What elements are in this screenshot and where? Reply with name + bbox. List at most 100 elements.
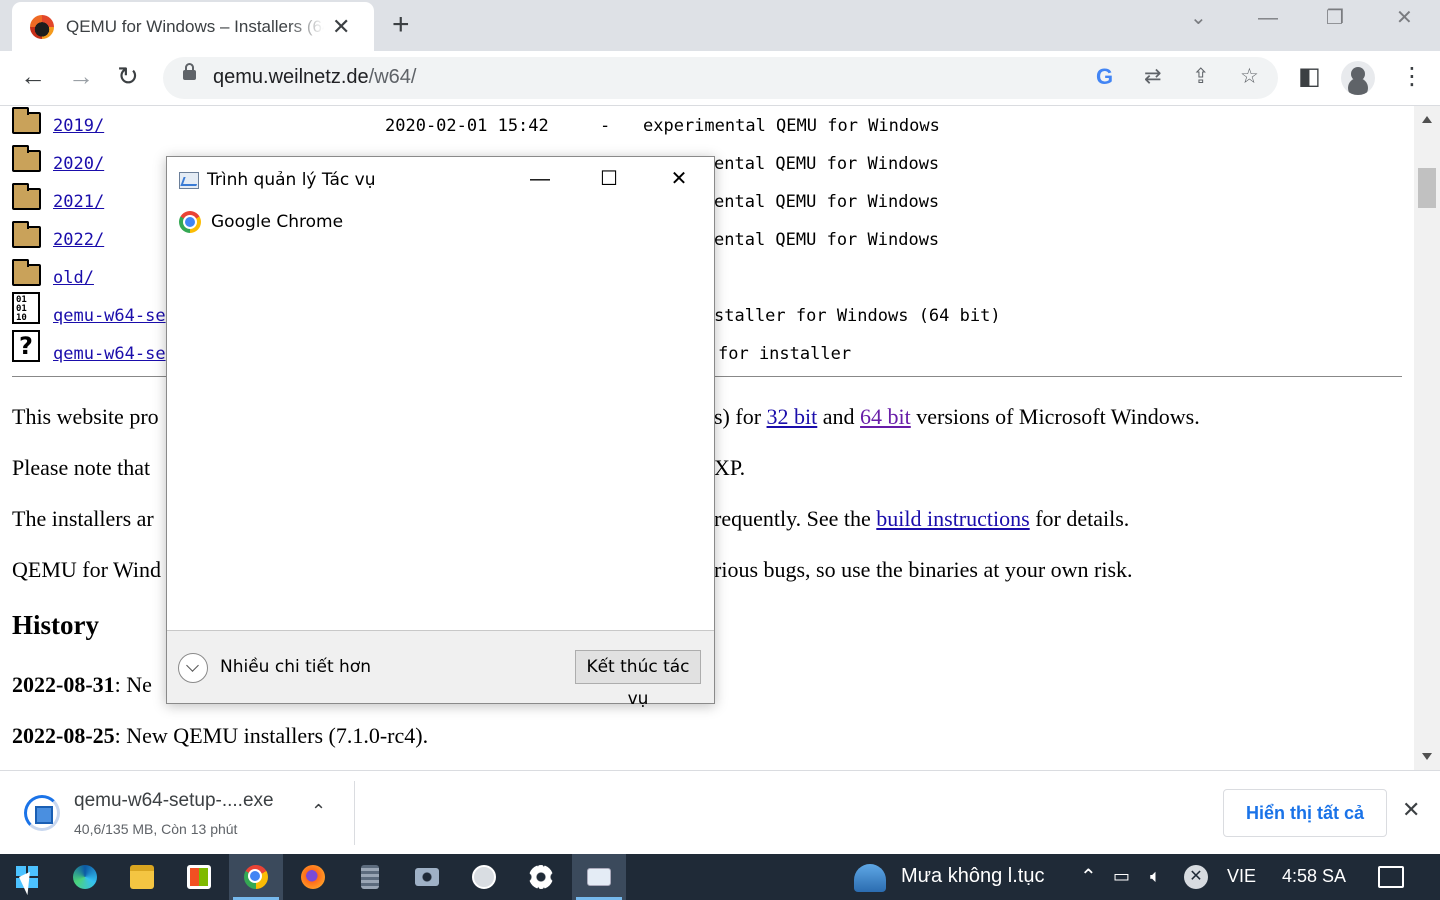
tab-close-icon[interactable]: ✕ <box>332 15 350 38</box>
share-icon[interactable]: ⇪ <box>1192 66 1210 87</box>
windows-taskbar: Mưa không l.tục ⌃ ▭ 🔈︎ ✕ VIE 4:58 SA <box>0 854 1440 900</box>
task-manager-taskbar-icon <box>587 868 611 886</box>
translate-icon[interactable]: ⇄ <box>1144 66 1162 87</box>
page-scrollbar[interactable] <box>1414 106 1440 770</box>
task-manager-title: Trình quản lý Tác vụ <box>207 170 376 190</box>
scrollbar-thumb[interactable] <box>1418 168 1436 208</box>
folder-icon <box>12 107 41 134</box>
download-progress-icon <box>24 795 60 831</box>
tab-title: QEMU for Windows – Installers (64 bit) <box>66 16 324 36</box>
more-details-link[interactable]: Nhiều chi tiết hơn <box>220 657 371 677</box>
address-bar[interactable]: qemu.weilnetz.de/w64/ G ⇄ ⇪ ☆ <box>163 57 1278 99</box>
chrome-icon <box>179 211 201 233</box>
history-heading: History <box>12 610 99 640</box>
file-explorer-icon <box>130 865 154 889</box>
listing-size: - <box>600 116 611 136</box>
window-close-button[interactable]: ✕ <box>1396 8 1413 28</box>
listing-description: ental QEMU for Windows <box>714 230 940 250</box>
intro-paragraph: This website pro <box>12 404 159 429</box>
taskbar-clock[interactable] <box>457 854 511 900</box>
weather-text[interactable]: Mưa không l.tục <box>901 865 1044 888</box>
taskbar-settings[interactable] <box>514 854 568 900</box>
download-filename[interactable]: qemu-w64-setup-....exe <box>74 790 274 812</box>
disabled-status-icon[interactable]: ✕ <box>1184 865 1208 889</box>
language-indicator[interactable]: VIE <box>1227 866 1256 887</box>
link-build-instructions[interactable]: build instructions <box>876 506 1029 531</box>
volume-icon[interactable]: 🔈︎ <box>1150 866 1161 887</box>
folder-icon <box>12 221 41 248</box>
notification-center-icon[interactable] <box>1378 866 1404 888</box>
window-minimize-button[interactable]: — <box>1258 8 1278 28</box>
installers-paragraph: The installers ar <box>12 506 154 531</box>
new-tab-button[interactable]: + <box>392 10 410 40</box>
listing-description: for installer <box>718 344 852 364</box>
task-manager-minimize-button[interactable]: — <box>505 157 575 201</box>
note-paragraph-right: XP. <box>714 455 746 480</box>
window-restore-button[interactable]: ❐ <box>1326 8 1344 28</box>
taskbar-chrome[interactable] <box>229 854 283 900</box>
side-panel-icon[interactable]: ◧ <box>1298 65 1321 89</box>
clock-time[interactable]: 4:58 SA <box>1282 866 1346 887</box>
network-icon[interactable]: ▭ <box>1113 866 1130 887</box>
task-manager-close-button[interactable]: ✕ <box>644 157 714 201</box>
scroll-down-arrow-icon[interactable] <box>1422 753 1432 760</box>
warning-paragraph: QEMU for Wind <box>12 557 162 582</box>
forward-button[interactable]: → <box>68 63 94 89</box>
task-manager-titlebar[interactable]: Trình quản lý Tác vụ — ☐ ✕ <box>167 157 714 203</box>
listing-link[interactable]: 2019/ <box>53 116 104 136</box>
taskbar-store[interactable] <box>172 854 226 900</box>
reload-button[interactable]: ↻ <box>117 63 139 89</box>
listing-link[interactable]: old/ <box>53 268 94 288</box>
task-manager-icon <box>179 172 199 189</box>
history-entry: 2022-08-25: New QEMU installers (7.1.0-r… <box>12 723 429 748</box>
google-lens-icon[interactable]: G <box>1096 66 1113 88</box>
taskbar-file-explorer[interactable] <box>115 854 169 900</box>
task-manager-maximize-button[interactable]: ☐ <box>574 157 644 201</box>
taskbar-calculator[interactable] <box>343 854 397 900</box>
bookmark-star-icon[interactable]: ☆ <box>1240 66 1259 87</box>
download-shelf: qemu-w64-setup-....exe 40,6/135 MB, Còn … <box>0 770 1440 854</box>
clock-icon <box>472 865 496 889</box>
expand-details-icon[interactable] <box>178 653 208 683</box>
download-options-chevron-icon[interactable]: ⌃ <box>311 801 326 822</box>
process-row-chrome[interactable]: Google Chrome <box>179 210 343 234</box>
tab-search-icon[interactable]: ⌄ <box>1190 8 1207 28</box>
end-task-button[interactable]: Kết thúc tác vụ <box>575 650 701 709</box>
tray-overflow-chevron-icon[interactable]: ⌃ <box>1080 864 1097 889</box>
listing-link[interactable]: qemu-w64-se <box>53 344 166 364</box>
listing-link[interactable]: 2021/ <box>53 192 104 212</box>
taskbar-firefox[interactable] <box>286 854 340 900</box>
folder-icon <box>12 183 41 210</box>
lock-icon[interactable] <box>183 63 196 80</box>
tab-strip: QEMU for Windows – Installers (64 bit) ✕… <box>0 0 1440 51</box>
listing-link[interactable]: qemu-w64-se <box>53 306 166 326</box>
installers-paragraph-right: requently. See the build instructions fo… <box>714 506 1130 531</box>
note-paragraph: Please note that <box>12 455 151 480</box>
edge-icon <box>73 865 97 889</box>
listing-link[interactable]: 2020/ <box>53 154 104 174</box>
scroll-up-arrow-icon[interactable] <box>1422 116 1432 123</box>
taskbar-camera[interactable] <box>400 854 454 900</box>
tab-qemu[interactable]: QEMU for Windows – Installers (64 bit) ✕ <box>12 2 374 51</box>
link-64-bit[interactable]: 64 bit <box>860 404 911 429</box>
chrome-menu-icon[interactable]: ⋮ <box>1400 65 1424 89</box>
intro-paragraph-right: s) for 32 bit and 64 bit versions of Mic… <box>714 404 1200 429</box>
history-entry: 2022-08-31: Ne <box>12 672 152 697</box>
link-32-bit[interactable]: 32 bit <box>767 404 818 429</box>
listing-link[interactable]: 2022/ <box>53 230 104 250</box>
microsoft-store-icon <box>187 865 211 889</box>
listing-description: staller for Windows (64 bit) <box>714 306 1001 326</box>
taskbar-task-manager[interactable] <box>572 854 626 900</box>
url-text[interactable]: qemu.weilnetz.de/w64/ <box>213 66 416 89</box>
unknown-file-icon: ? <box>12 330 40 362</box>
rain-weather-icon[interactable] <box>854 864 886 892</box>
profile-avatar-icon[interactable] <box>1341 61 1375 95</box>
back-button[interactable]: ← <box>20 63 46 89</box>
download-status: 40,6/135 MB, Còn 13 phút <box>74 821 238 837</box>
taskbar-edge[interactable] <box>58 854 112 900</box>
settings-gear-icon <box>529 865 553 889</box>
process-name: Google Chrome <box>211 212 344 232</box>
show-all-downloads-button[interactable]: Hiển thị tất cả <box>1223 789 1387 837</box>
warning-paragraph-right: rious bugs, so use the binaries at your … <box>714 557 1133 582</box>
close-download-shelf-icon[interactable]: ✕ <box>1402 799 1420 821</box>
